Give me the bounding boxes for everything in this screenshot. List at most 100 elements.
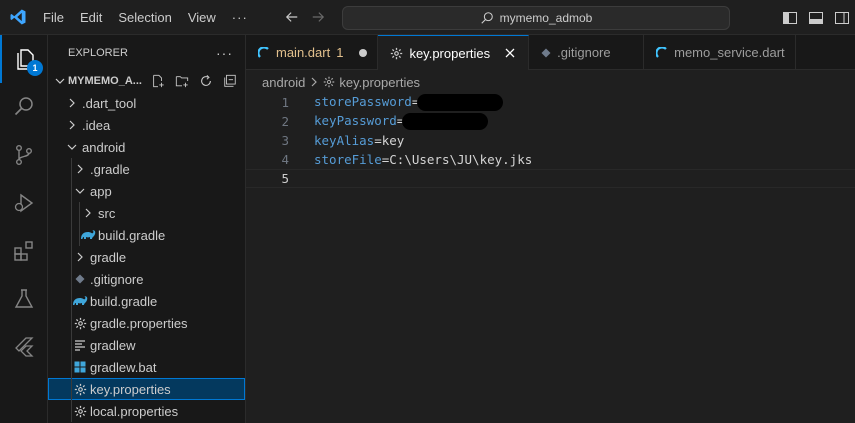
layout-controls	[781, 0, 851, 35]
tree-item[interactable]: gradlew	[48, 334, 245, 356]
explorer-header: EXPLORER ···	[48, 35, 245, 70]
tree-item[interactable]: local.properties	[48, 400, 245, 422]
refresh-icon[interactable]	[197, 72, 215, 90]
tree-item-label: gradle	[90, 249, 127, 265]
git-file-icon	[541, 48, 551, 57]
back-arrow-icon[interactable]	[284, 9, 300, 25]
indent-guide	[71, 158, 72, 180]
menu-edit[interactable]: Edit	[72, 0, 110, 35]
line-number: 5	[281, 171, 289, 186]
explorer-activity[interactable]: 1	[0, 35, 48, 83]
more-actions-icon[interactable]: ···	[216, 45, 233, 61]
project-root[interactable]: MYMEMO_A...	[48, 70, 245, 92]
tree-item[interactable]: android	[48, 136, 245, 158]
redacted-value	[402, 113, 489, 130]
tree-item[interactable]: .gradle	[48, 158, 245, 180]
activity-bar: 1	[0, 35, 48, 423]
indent-guide	[71, 180, 72, 202]
tab-label: .gitignore	[557, 45, 611, 60]
editor-tabs: main.dart 1 key.properties .gitignore me…	[246, 35, 855, 70]
property-value: C:\Users\JU\key.jks	[389, 152, 533, 167]
property-value: key	[381, 133, 405, 148]
indent-guide	[71, 202, 72, 224]
command-center-search[interactable]: mymemo_admob	[342, 6, 730, 30]
breadcrumb-file[interactable]: key.properties	[339, 75, 420, 90]
indent-guide	[71, 378, 72, 400]
tree-item[interactable]: gradle	[48, 246, 245, 268]
tree-item[interactable]: src	[48, 202, 245, 224]
code-line-5: 5	[246, 169, 855, 188]
new-file-icon[interactable]	[149, 72, 167, 90]
indent-guide	[79, 202, 80, 224]
indent-guide	[71, 268, 72, 290]
indent-guide	[71, 224, 72, 246]
breadcrumb-folder[interactable]: android	[262, 75, 305, 90]
flask-icon	[14, 289, 34, 308]
toggle-panel-icon[interactable]	[807, 9, 825, 27]
unsaved-dot-icon	[359, 48, 368, 57]
redacted-value	[417, 94, 504, 111]
line-number: 4	[281, 152, 289, 167]
tree-item[interactable]: key.properties	[48, 378, 245, 400]
run-debug-activity[interactable]	[0, 179, 48, 227]
extensions-icon	[14, 241, 33, 261]
indent-guide	[71, 400, 72, 422]
chevron-right-icon	[311, 77, 318, 87]
source-control-activity[interactable]	[0, 131, 48, 179]
search-activity[interactable]	[0, 83, 48, 131]
chevron-right-icon	[80, 205, 96, 221]
chevron-down-icon	[64, 139, 80, 155]
explorer-badge: 1	[27, 60, 43, 76]
tree-item-label: app	[90, 183, 112, 199]
chevron-down-icon	[72, 183, 88, 199]
tree-item-label: .idea	[82, 117, 111, 133]
tree-item[interactable]: .idea	[48, 114, 245, 136]
tree-item[interactable]: gradle.properties	[48, 312, 245, 334]
toggle-primary-sidebar-icon[interactable]	[781, 9, 799, 27]
tree-item[interactable]: build.gradle	[48, 224, 245, 246]
tree-item[interactable]: build.gradle	[48, 290, 245, 312]
chevron-right-icon	[72, 249, 88, 265]
forward-arrow-icon[interactable]	[310, 9, 326, 25]
explorer-title: EXPLORER	[68, 46, 128, 59]
extensions-activity[interactable]	[0, 227, 48, 275]
dart-file-icon	[258, 46, 269, 58]
code-editor[interactable]: 1 storePassword= 2 keyPassword= 3 keyAli…	[246, 93, 855, 423]
flutter-icon	[15, 337, 34, 357]
tree-item-label: .gradle	[90, 161, 130, 177]
gradle-elephant-icon	[72, 293, 88, 309]
tree-item[interactable]: .dart_tool	[48, 92, 245, 114]
close-icon[interactable]	[502, 45, 518, 61]
tab-memo-service-dart[interactable]: memo_service.dart	[644, 35, 796, 70]
menu-more[interactable]: ···	[224, 0, 256, 35]
search-icon	[14, 97, 33, 116]
explorer-sidebar: EXPLORER ··· MYMEMO_A... .dart_tool .idea…	[48, 35, 246, 423]
menu-selection[interactable]: Selection	[110, 0, 179, 35]
menu-file[interactable]: File	[35, 0, 72, 35]
new-folder-icon[interactable]	[173, 72, 191, 90]
tree-item-label: .gitignore	[90, 271, 144, 287]
line-number: 3	[281, 133, 289, 148]
flutter-activity[interactable]	[0, 323, 48, 371]
chevron-right-icon	[64, 95, 80, 111]
tree-item[interactable]: .gitignore	[48, 268, 245, 290]
indent-guide	[79, 224, 80, 246]
tree-item-label: gradlew.bat	[90, 359, 157, 375]
tree-item[interactable]: app	[48, 180, 245, 202]
tab-gitignore[interactable]: .gitignore	[529, 35, 645, 70]
tree-item-label: local.properties	[90, 403, 179, 419]
tree-item-label: build.gradle	[90, 293, 158, 309]
menu-view[interactable]: View	[180, 0, 224, 35]
toggle-secondary-sidebar-icon[interactable]	[833, 9, 851, 27]
property-key: keyPassword	[314, 113, 397, 128]
indent-guide	[71, 246, 72, 268]
indent-guide	[71, 290, 72, 312]
tab-label: memo_service.dart	[674, 45, 785, 60]
tab-main-dart[interactable]: main.dart 1	[246, 35, 379, 70]
text-file-icon	[72, 337, 88, 353]
testing-activity[interactable]	[0, 275, 48, 323]
menu-bar: File Edit Selection View ···	[35, 0, 256, 35]
collapse-all-icon[interactable]	[221, 72, 239, 90]
tab-key-properties[interactable]: key.properties	[378, 35, 530, 70]
tree-item[interactable]: gradlew.bat	[48, 356, 245, 378]
